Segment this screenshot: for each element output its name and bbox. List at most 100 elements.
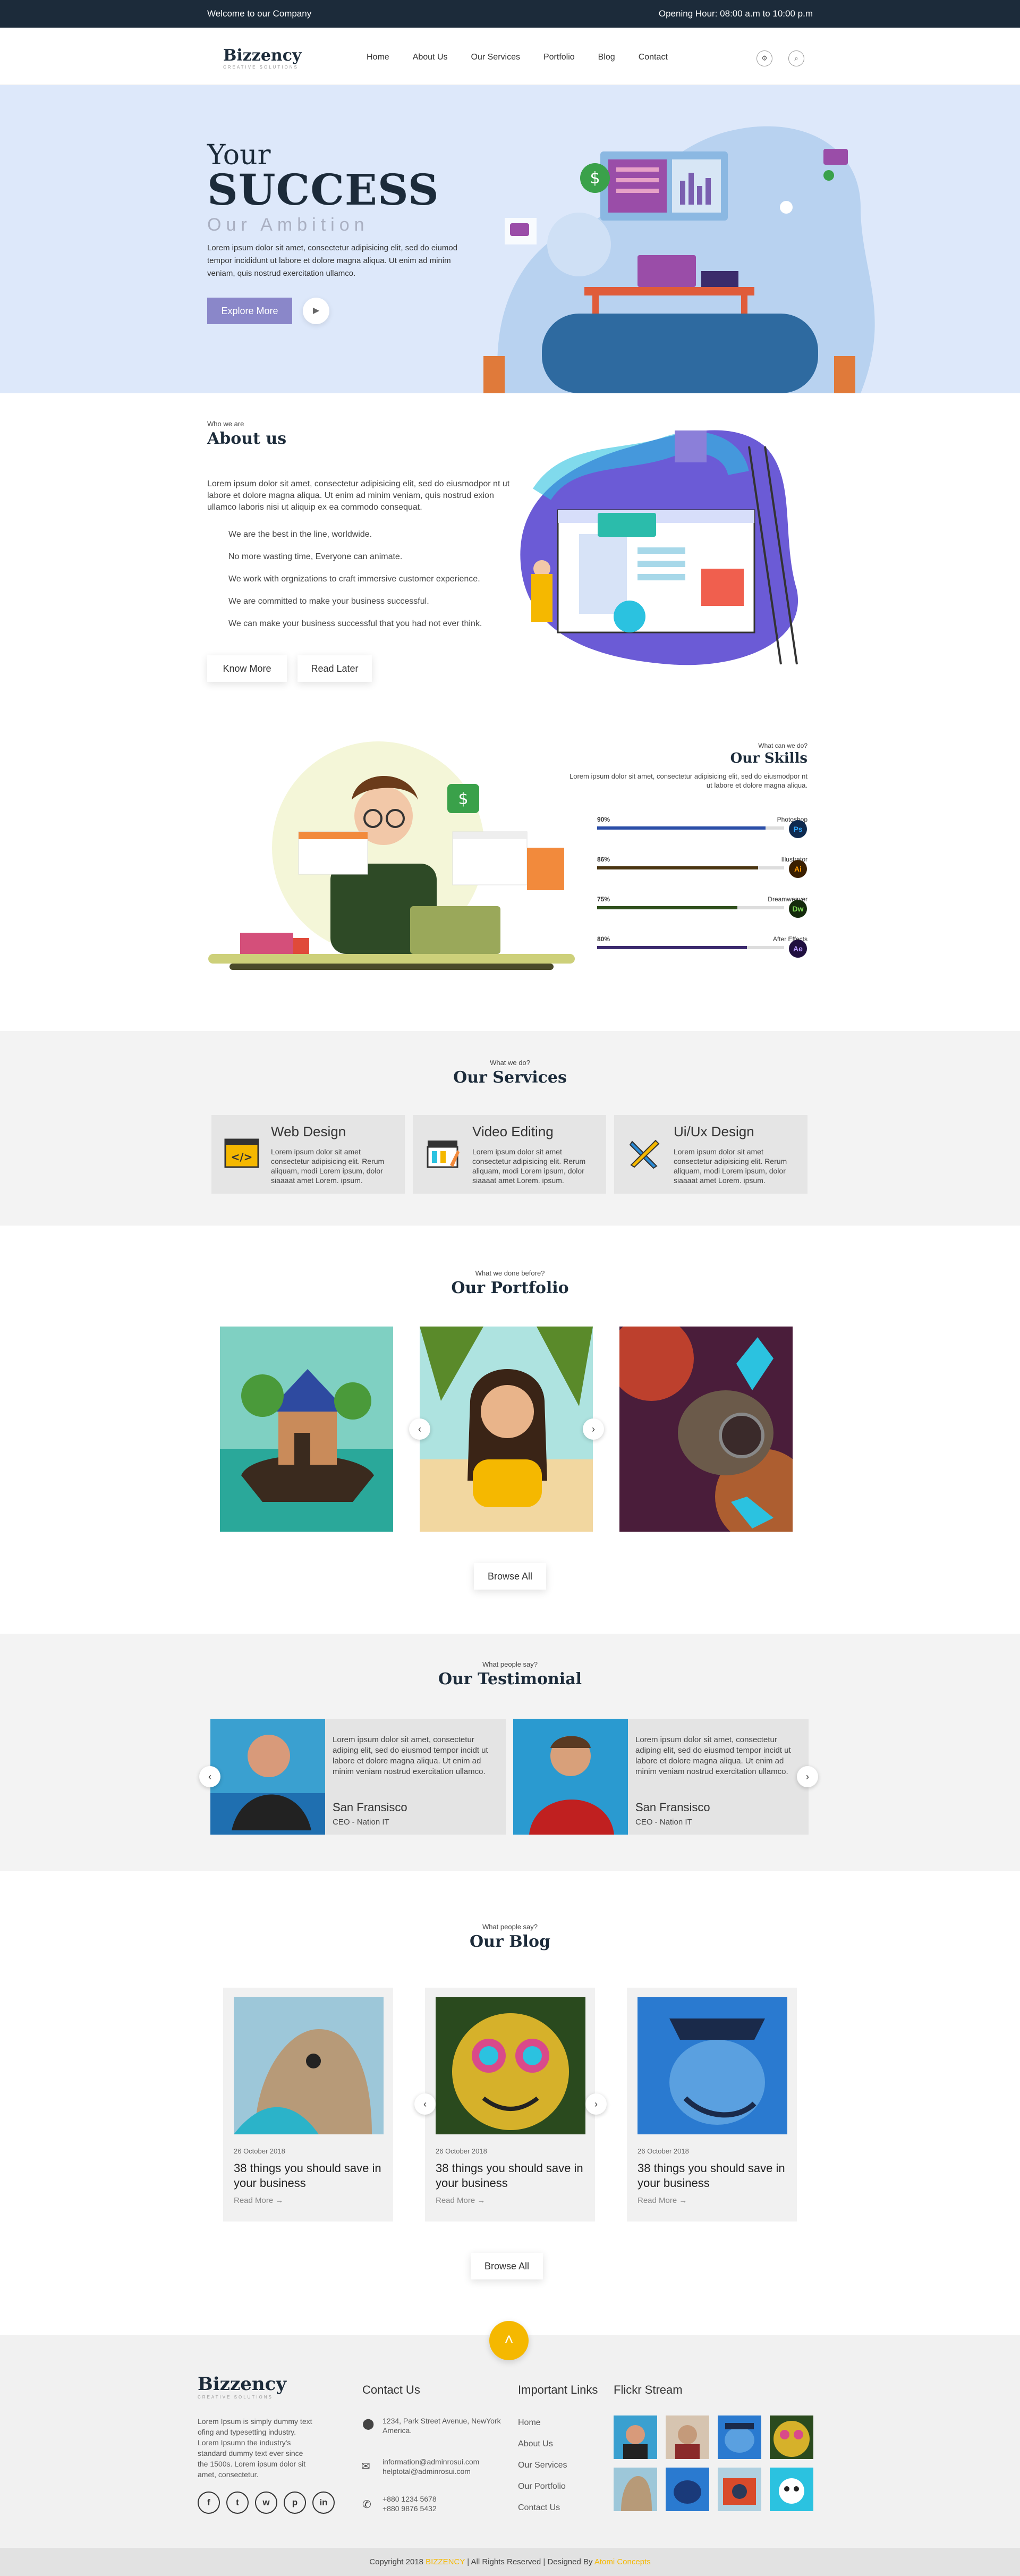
skills-text: Lorem ipsum dolor sit amet, consectetur …	[570, 772, 808, 789]
scroll-top-icon[interactable]: ˄	[489, 2321, 529, 2360]
about-illustration	[520, 430, 798, 665]
about-point: We are the best in the line, worldwide.	[228, 530, 372, 539]
nav-blog[interactable]: Blog	[598, 53, 615, 62]
read-more-label: Read More	[638, 2196, 677, 2205]
top-bar: Welcome to our Company Opening Hour: 08:…	[0, 0, 1020, 28]
footer-phone-1: +880 1234 5678	[382, 2495, 437, 2503]
testimonial-title: Our Testimonial	[438, 1670, 582, 1688]
footer-email-2[interactable]: helptotal@adminrosui.com	[382, 2467, 471, 2476]
blog-date: 26 October 2018	[638, 2147, 689, 2155]
blog-post-title[interactable]: 38 things you should save in your busine…	[436, 2161, 590, 2191]
flickr-thumb[interactable]	[614, 2415, 657, 2459]
portfolio-browse-all-button[interactable]: Browse All	[474, 1563, 546, 1590]
page: Welcome to our Company Opening Hour: 08:…	[0, 0, 1020, 2576]
nav-contact[interactable]: Contact	[639, 53, 668, 62]
flickr-thumb[interactable]	[666, 2468, 709, 2511]
skills-label: What can we do?	[758, 742, 808, 749]
blog-post-title[interactable]: 38 things you should save in your busine…	[234, 2161, 388, 2191]
explore-more-button[interactable]: Explore More	[207, 298, 292, 324]
flickr-thumb[interactable]	[718, 2468, 761, 2511]
linkedin-icon[interactable]: in	[312, 2491, 335, 2514]
portfolio-prev-arrow[interactable]: ‹	[409, 1418, 430, 1440]
testimonial-next-arrow[interactable]: ›	[797, 1766, 818, 1787]
blog-card[interactable]: 26 October 2018 38 things you should sav…	[627, 1988, 797, 2222]
services-title: Our Services	[453, 1068, 567, 1087]
gear-icon[interactable]: ⚙	[756, 50, 772, 66]
blog-card[interactable]: 26 October 2018 38 things you should sav…	[223, 1988, 393, 2222]
testimonial-quote: Lorem ipsum dolor sit amet, consectetur …	[635, 1735, 791, 1776]
footer-about-text: Lorem Ipsum is simply dummy text ofing a…	[198, 2417, 312, 2479]
footer-link-services[interactable]: Our Services	[518, 2461, 567, 2470]
portfolio-image[interactable]	[420, 1327, 593, 1532]
skill-app-icon: Dw	[789, 900, 807, 918]
nav-portfolio[interactable]: Portfolio	[543, 53, 575, 62]
twitter-icon[interactable]: t	[226, 2491, 249, 2514]
about-title: About us	[207, 429, 287, 448]
blog-next-arrow[interactable]: ›	[585, 2093, 607, 2115]
flickr-thumb[interactable]	[770, 2415, 813, 2459]
testimonial-label: What people say?	[482, 1660, 538, 1668]
portfolio-image[interactable]	[220, 1327, 393, 1532]
footer-link-portfolio[interactable]: Our Portfolio	[518, 2482, 566, 2491]
portfolio-image[interactable]	[619, 1327, 793, 1532]
read-more-link[interactable]: Read More →	[638, 2196, 687, 2205]
blog-date: 26 October 2018	[436, 2147, 487, 2155]
footer-address: 1234, Park Street Avenue, NewYork Americ…	[382, 2417, 501, 2435]
search-icon[interactable]: ⌕	[788, 50, 804, 66]
navbar: Bizzency CREATIVE SOLUTIONS Home About U…	[0, 28, 1020, 85]
service-text: Lorem ipsum dolor sit amet consectetur a…	[472, 1147, 586, 1185]
service-title: Video Editing	[472, 1124, 554, 1139]
arrow-right-icon: →	[477, 2196, 486, 2205]
blog-label: What people say?	[482, 1923, 538, 1931]
welcome-text: Welcome to our Company	[207, 9, 312, 19]
flickr-thumb[interactable]	[666, 2415, 709, 2459]
footer-logo[interactable]: Bizzency CREATIVE SOLUTIONS	[198, 2374, 286, 2400]
read-more-link[interactable]: Read More →	[436, 2196, 485, 2205]
flickr-thumb[interactable]	[614, 2468, 657, 2511]
testimonial-photo	[210, 1719, 325, 1835]
footer-contact-title: Contact Us	[362, 2383, 420, 2396]
flickr-thumb[interactable]	[718, 2415, 761, 2459]
blog-post-title[interactable]: 38 things you should save in your busine…	[638, 2161, 792, 2191]
portfolio-label: What we done before?	[475, 1269, 545, 1277]
read-more-label: Read More	[234, 2196, 274, 2205]
svg-text:$: $	[590, 169, 600, 188]
portfolio-art-house	[220, 1327, 393, 1532]
footer-logo-tagline: CREATIVE SOLUTIONS	[198, 2395, 273, 2400]
blog-browse-all-button[interactable]: Browse All	[471, 2253, 543, 2279]
testimonial-prev-arrow[interactable]: ‹	[199, 1766, 220, 1787]
portfolio-next-arrow[interactable]: ›	[583, 1418, 604, 1440]
footer-email-1[interactable]: information@adminrosui.com	[382, 2457, 479, 2466]
facebook-icon[interactable]: f	[198, 2491, 220, 2514]
know-more-button[interactable]: Know More	[207, 655, 287, 682]
service-title: Ui/Ux Design	[674, 1124, 754, 1139]
read-later-button[interactable]: Read Later	[298, 655, 372, 682]
dribbble-icon[interactable]: w	[255, 2491, 277, 2514]
flickr-thumb[interactable]	[770, 2468, 813, 2511]
skill-percent: 75%	[597, 896, 610, 903]
footer-link-contact[interactable]: Contact Us	[518, 2503, 560, 2513]
skill-track	[597, 866, 784, 869]
portfolio-art-beach-girl	[420, 1327, 593, 1532]
footer-link-home[interactable]: Home	[518, 2418, 541, 2428]
logo[interactable]: Bizzency CREATIVE SOLUTIONS	[223, 46, 301, 70]
read-more-link[interactable]: Read More →	[234, 2196, 283, 2205]
pencil-ruler-icon	[629, 1139, 660, 1169]
service-card-video-editing[interactable]: Video Editing Lorem ipsum dolor sit amet…	[413, 1115, 606, 1194]
service-card-web-design[interactable]: </> Web Design Lorem ipsum dolor sit ame…	[211, 1115, 405, 1194]
hero-subtitle: Our Ambition	[207, 215, 369, 235]
blog-card[interactable]: 26 October 2018 38 things you should sav…	[425, 1988, 595, 2222]
nav-services[interactable]: Our Services	[471, 53, 520, 62]
copyright-brand[interactable]: BIZZENCY	[426, 2557, 465, 2566]
pinterest-icon[interactable]: p	[284, 2491, 306, 2514]
testimonial-section	[0, 1634, 1020, 1871]
nav-home[interactable]: Home	[367, 53, 389, 62]
blog-prev-arrow[interactable]: ‹	[414, 2093, 436, 2115]
testimonial-quote: Lorem ipsum dolor sit amet, consectetur …	[333, 1735, 488, 1776]
nav-about[interactable]: About Us	[413, 53, 448, 62]
play-icon[interactable]: ▶	[303, 298, 329, 324]
service-card-ui-ux[interactable]: Ui/Ux Design Lorem ipsum dolor sit amet …	[614, 1115, 808, 1194]
copyright-designer[interactable]: Atomi Concepts	[594, 2557, 651, 2566]
portfolio-title: Our Portfolio	[451, 1279, 569, 1297]
footer-link-about[interactable]: About Us	[518, 2439, 553, 2449]
